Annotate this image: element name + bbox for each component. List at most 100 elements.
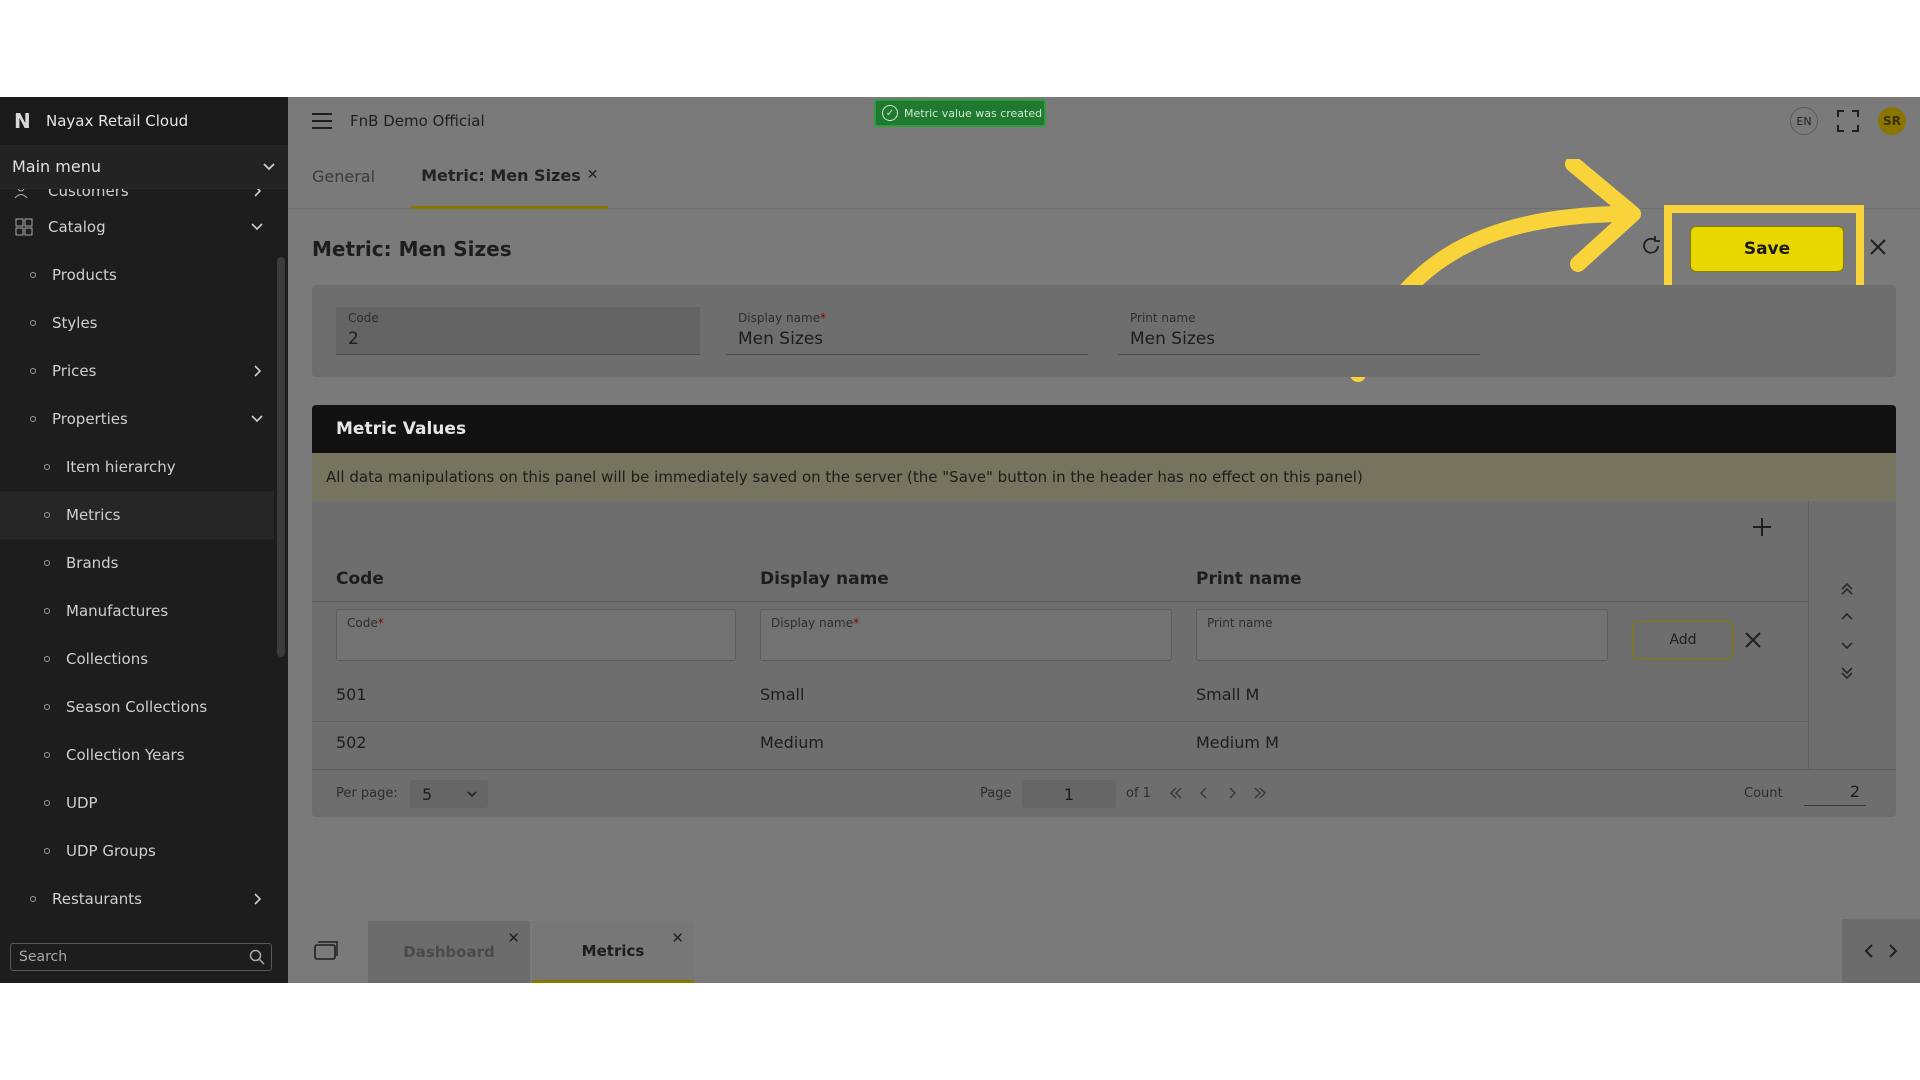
window-tab-dashboard[interactable]: Dashboard ✕ [368, 921, 530, 983]
count-label: Count [1744, 786, 1783, 801]
close-icon[interactable] [1868, 237, 1888, 257]
add-row-icon[interactable] [1752, 517, 1772, 537]
move-bottom-icon[interactable] [1839, 665, 1855, 681]
column-header-print-name[interactable]: Print name [1196, 569, 1302, 589]
move-down-icon[interactable] [1839, 637, 1855, 653]
count-value: 2 [1804, 782, 1866, 806]
chevron-down-icon [467, 791, 477, 798]
cancel-row-icon[interactable] [1744, 631, 1762, 649]
hamburger-menu-icon[interactable] [312, 113, 332, 129]
new-code-input[interactable]: Code* [336, 609, 736, 661]
bullet-icon [30, 272, 36, 278]
main-content: Metric: Men Sizes Save Code 2 Display na… [288, 159, 1920, 909]
sidebar-item-prices[interactable]: Prices [0, 347, 274, 395]
windows-icon[interactable] [314, 941, 338, 961]
sidebar-item-label: Metrics [66, 506, 121, 524]
chevron-down-icon [263, 162, 275, 170]
sidebar: N Nayax Retail Cloud Main menu Customers… [0, 97, 288, 983]
new-print-name-input[interactable]: Print name [1196, 609, 1608, 661]
scroll-right-icon[interactable] [1886, 943, 1900, 959]
sidebar-scrollbar[interactable] [277, 257, 285, 657]
main-menu-toggle[interactable]: Main menu [0, 145, 288, 189]
sidebar-item-restaurants[interactable]: Restaurants [0, 875, 274, 923]
search-icon[interactable] [249, 949, 265, 965]
scroll-left-icon[interactable] [1862, 943, 1876, 959]
bullet-icon [44, 464, 50, 470]
bullet-icon [44, 656, 50, 662]
brand-name: Nayax Retail Cloud [46, 112, 189, 130]
page-number-input[interactable]: 1 [1022, 780, 1116, 808]
close-tab-icon[interactable]: ✕ [587, 167, 599, 183]
field-label: Code [348, 311, 379, 325]
bullet-icon [30, 320, 36, 326]
language-button[interactable]: EN [1790, 107, 1818, 135]
display-name-field[interactable]: Display name* Men Sizes [726, 307, 1088, 355]
sidebar-item-label: Catalog [48, 218, 106, 236]
window-tab-metrics[interactable]: Metrics ✕ [532, 921, 694, 983]
fullscreen-icon[interactable] [1836, 109, 1860, 133]
tab-metric-men-sizes[interactable]: Metric: Men Sizes ✕ [411, 145, 609, 209]
sidebar-item-label: Collection Years [66, 746, 185, 764]
sidebar-item-products[interactable]: Products [0, 251, 274, 299]
bullet-icon [30, 896, 36, 902]
row-move-arrows [1839, 581, 1863, 693]
avatar[interactable]: SR [1878, 107, 1906, 135]
tab-label: Metric: Men Sizes [421, 165, 581, 185]
sidebar-item-styles[interactable]: Styles [0, 299, 274, 347]
previous-page-icon[interactable] [1196, 785, 1212, 801]
bullet-icon [44, 800, 50, 806]
chevron-right-icon [254, 365, 262, 377]
sidebar-item-properties[interactable]: Properties [0, 395, 274, 443]
sidebar-item-label: UDP Groups [66, 842, 156, 860]
print-name-field[interactable]: Print name Men Sizes [1118, 307, 1480, 355]
close-icon[interactable]: ✕ [507, 929, 520, 947]
bullet-icon [30, 416, 36, 422]
brand[interactable]: N Nayax Retail Cloud [0, 97, 288, 145]
tab-label: General [312, 167, 376, 186]
divider [312, 601, 1808, 602]
check-circle-icon: ✓ [882, 105, 898, 121]
tab-general[interactable]: General [312, 145, 385, 209]
column-header-code[interactable]: Code [336, 569, 384, 589]
new-display-name-input[interactable]: Display name* [760, 609, 1172, 661]
per-page-select[interactable]: 5 [410, 780, 488, 808]
next-page-icon[interactable] [1224, 785, 1240, 801]
close-icon[interactable]: ✕ [671, 929, 684, 947]
reload-icon[interactable] [1640, 235, 1662, 257]
sidebar-item-label: Collections [66, 650, 149, 668]
sidebar-item-item-hierarchy[interactable]: Item hierarchy [0, 443, 274, 491]
sidebar-item-manufactures[interactable]: Manufactures [0, 587, 274, 635]
sidebar-item-brands[interactable]: Brands [0, 539, 274, 587]
nayax-logo-icon: N [14, 109, 31, 133]
sidebar-item-catalog[interactable]: Catalog [0, 203, 274, 251]
page-of-label: of 1 [1126, 786, 1151, 801]
sidebar-item-label: Properties [52, 410, 128, 428]
bullet-icon [44, 848, 50, 854]
sidebar-item-udp[interactable]: UDP [0, 779, 274, 827]
page-title: Metric: Men Sizes [312, 237, 512, 261]
sidebar-item-customers[interactable]: Customers [0, 189, 274, 203]
field-label: Display name* [738, 311, 827, 325]
code-field[interactable]: Code 2 [336, 307, 700, 355]
sidebar-item-label: Brands [66, 554, 119, 572]
cell-display-name: Medium [760, 733, 824, 752]
sidebar-item-udp-groups[interactable]: UDP Groups [0, 827, 274, 875]
sidebar-item-collections[interactable]: Collections [0, 635, 274, 683]
sidebar-search-input[interactable]: Search [10, 943, 272, 971]
sidebar-item-metrics[interactable]: Metrics [0, 491, 274, 539]
cell-print-name: Medium M [1196, 733, 1279, 752]
move-top-icon[interactable] [1839, 581, 1855, 597]
save-button[interactable]: Save [1690, 226, 1844, 272]
first-page-icon[interactable] [1168, 785, 1184, 801]
sidebar-item-season-collections[interactable]: Season Collections [0, 683, 274, 731]
column-header-display-name[interactable]: Display name [760, 569, 889, 589]
toast-message: Metric value was created [904, 106, 1043, 120]
main-menu-label: Main menu [12, 157, 101, 176]
last-page-icon[interactable] [1252, 785, 1268, 801]
add-button[interactable]: Add [1632, 621, 1734, 659]
page-tabs: General Metric: Men Sizes ✕ [288, 145, 1920, 209]
sidebar-item-label: Item hierarchy [66, 458, 176, 476]
panel-title: Metric Values [312, 405, 1896, 453]
move-up-icon[interactable] [1839, 609, 1855, 625]
sidebar-item-collection-years[interactable]: Collection Years [0, 731, 274, 779]
